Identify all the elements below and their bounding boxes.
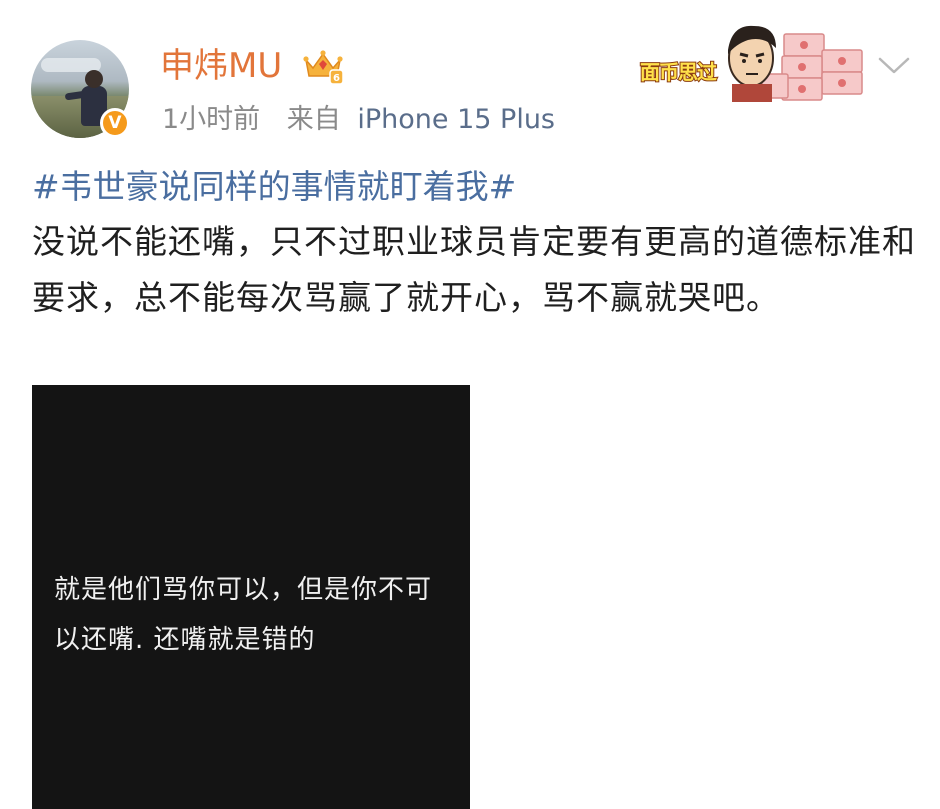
chevron-down-icon[interactable] <box>876 52 912 78</box>
verified-badge-icon: V <box>100 108 130 138</box>
video-subtitle: 就是他们骂你可以，但是你不可以还嘴. 还嘴就是错的 <box>54 575 433 655</box>
source-device[interactable]: iPhone 15 Plus <box>357 104 555 135</box>
topic-hashtag-link[interactable]: #韦世豪说同样的事情就盯着我# <box>32 160 516 214</box>
post-text: 没说不能还嘴，只不过职业球员肯定要有更高的道德标准和要求，总不能每次骂赢了就开心… <box>32 222 916 317</box>
weibo-post: V 申炜MU 6 1小时前 来自 iPhone 15 Plus 面币思过 #韦世… <box>0 0 940 809</box>
svg-text:6: 6 <box>333 73 340 84</box>
avatar-person-head <box>85 70 103 88</box>
post-meta: 1小时前 来自 iPhone 15 Plus <box>162 100 555 140</box>
money-stack-sticker: 面币思过 <box>636 14 876 104</box>
video-thumbnail[interactable]: 就是他们骂你可以，但是你不可以还嘴. 还嘴就是错的 <box>32 385 470 809</box>
username[interactable]: 申炜MU <box>160 44 282 88</box>
source-label: 来自 <box>286 104 341 135</box>
vip-crown-icon[interactable]: 6 <box>302 46 344 86</box>
sticker-text: 面币思过 <box>639 59 718 85</box>
post-time: 1小时前 <box>162 104 261 135</box>
